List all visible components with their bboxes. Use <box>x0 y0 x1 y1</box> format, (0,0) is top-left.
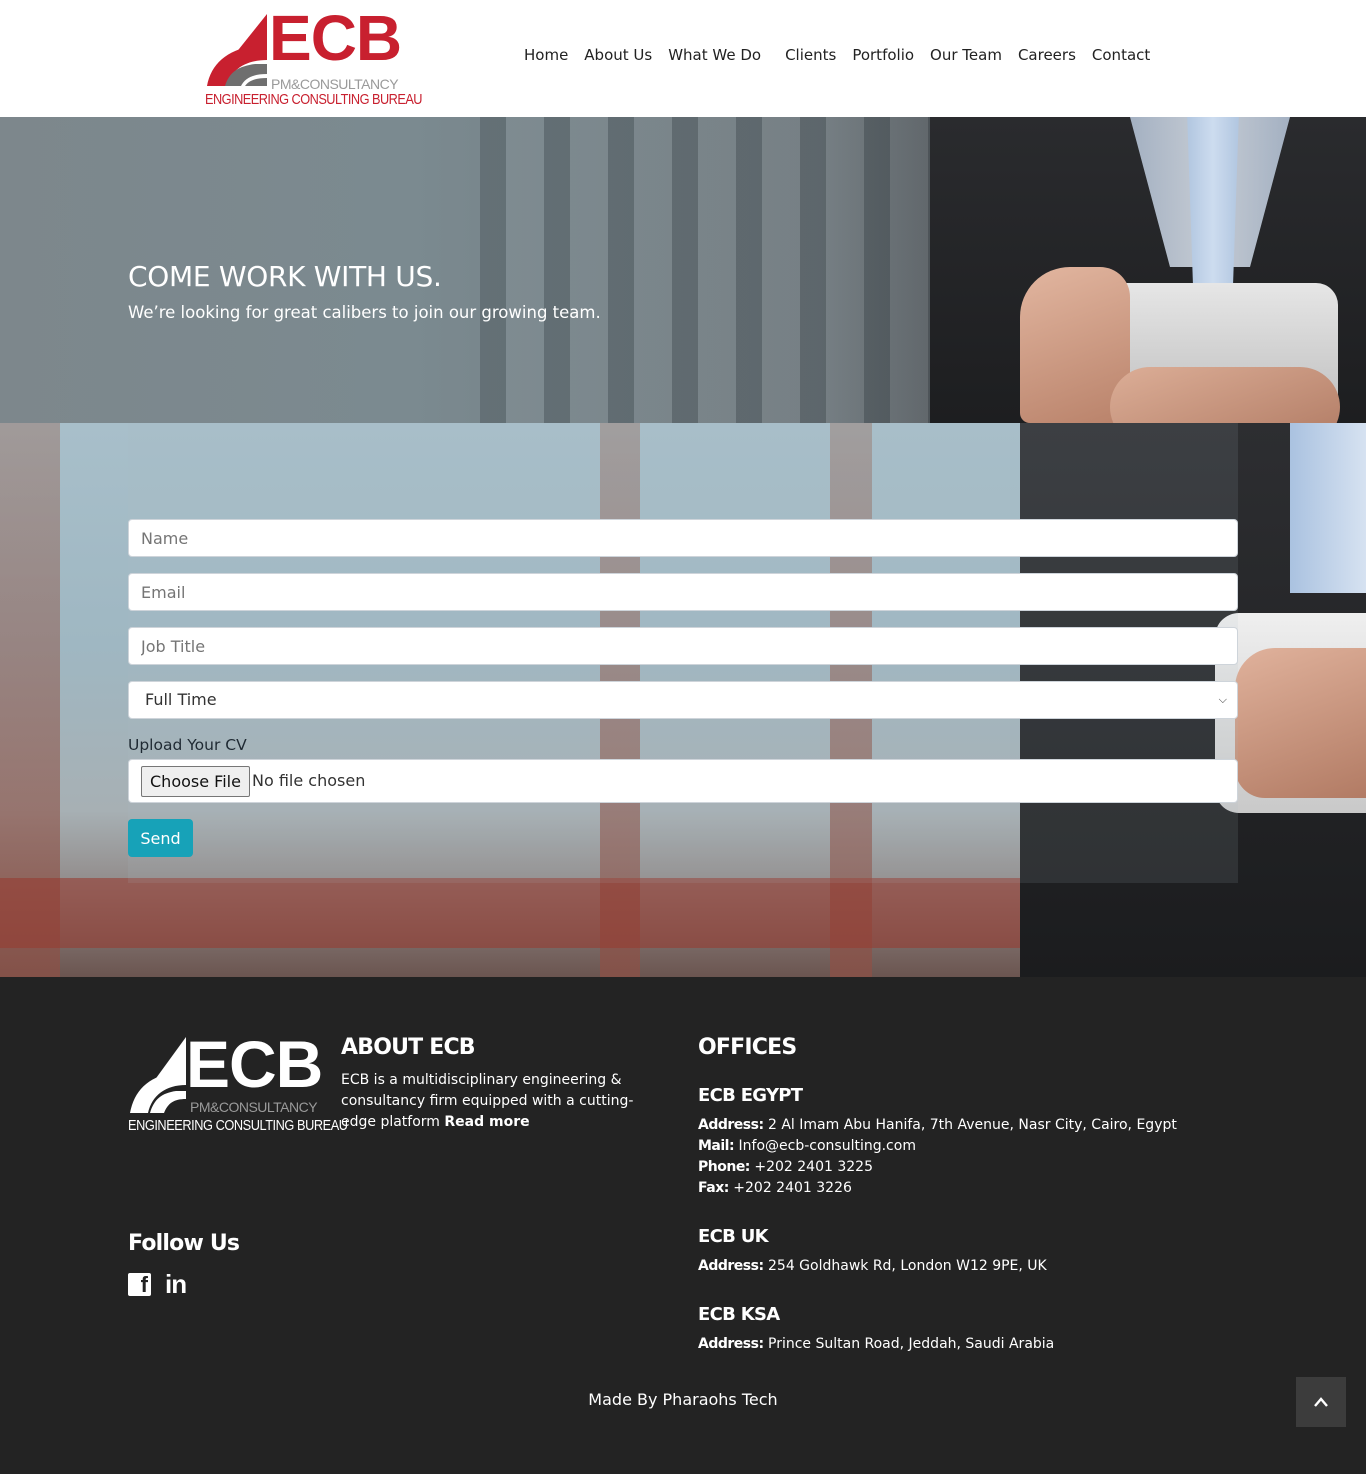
nav-what-we-do[interactable]: What We Do <box>668 46 761 64</box>
office-address-line: Address: 2 Al Imam Abu Hanifa, 7th Avenu… <box>698 1115 1177 1136</box>
offices-heading: OFFICES <box>698 1035 797 1060</box>
address-label: Address: <box>698 1258 764 1274</box>
careers-form-section: Full Time ⌵ Upload Your CV Choose File N… <box>0 423 1366 977</box>
follow-us-heading: Follow Us <box>128 1231 240 1256</box>
office-egypt: ECB EGYPT Address: 2 Al Imam Abu Hanifa,… <box>698 1085 1177 1199</box>
about-text: ECB is a multidisciplinary engineering &… <box>341 1070 641 1133</box>
nav-our-team[interactable]: Our Team <box>930 46 1002 64</box>
logo-wordmark: ECB <box>269 2 402 74</box>
office-name: ECB EGYPT <box>698 1085 803 1106</box>
chevron-up-icon <box>1314 1397 1328 1407</box>
nav-contact[interactable]: Contact <box>1092 46 1150 64</box>
facebook-icon[interactable]: f <box>128 1272 151 1297</box>
nav-home[interactable]: Home <box>524 46 568 64</box>
email-input[interactable] <box>128 573 1238 611</box>
hand-shape <box>1235 648 1366 798</box>
phone-label: Phone: <box>698 1159 750 1175</box>
office-phone-line: Phone: +202 2401 3225 <box>698 1157 1177 1178</box>
address-label: Address: <box>698 1336 764 1352</box>
choose-file-button[interactable]: Choose File <box>141 766 250 797</box>
nav-about-us[interactable]: About Us <box>584 46 652 64</box>
office-fax: +202 2401 3226 <box>733 1180 852 1196</box>
nav-portfolio[interactable]: Portfolio <box>852 46 914 64</box>
site-footer: ECB PM&CONSULTANCY ENGINEERING CONSULTIN… <box>0 977 1366 1474</box>
office-address-line: Address: 254 Goldhawk Rd, London W12 9PE… <box>698 1256 1047 1277</box>
footer-logo[interactable]: ECB PM&CONSULTANCY ENGINEERING CONSULTIN… <box>128 1031 348 1137</box>
hero-subtitle: We’re looking for great calibers to join… <box>128 303 601 322</box>
nav-clients[interactable]: Clients <box>785 46 836 64</box>
cv-file-input[interactable]: Choose File No file chosen <box>128 759 1238 803</box>
hero-title: COME WORK WITH US. <box>128 260 442 293</box>
hero-banner: COME WORK WITH US. We’re looking for gre… <box>0 117 1366 423</box>
office-uk: ECB UK Address: 254 Goldhawk Rd, London … <box>698 1226 1047 1277</box>
hero-hand-shape-2 <box>1110 367 1340 423</box>
office-address: Prince Sultan Road, Jeddah, Saudi Arabia <box>768 1336 1055 1352</box>
office-fax-line: Fax: +202 2401 3226 <box>698 1178 1177 1199</box>
site-logo[interactable]: ECB PM&CONSULTANCY ENGINEERING CONSULTIN… <box>205 6 423 110</box>
nav-careers[interactable]: Careers <box>1018 46 1076 64</box>
chevron-down-icon: ⌵ <box>1218 693 1227 706</box>
logo-mark-icon <box>207 14 267 86</box>
cv-upload-label: Upload Your CV <box>128 736 247 754</box>
fax-label: Fax: <box>698 1180 729 1196</box>
office-mail-line: Mail: Info@ecb-consulting.com <box>698 1136 1177 1157</box>
office-name: ECB KSA <box>698 1304 780 1325</box>
office-address-line: Address: Prince Sultan Road, Jeddah, Sau… <box>698 1334 1054 1355</box>
hero-text: COME WORK WITH US. We’re looking for gre… <box>128 260 601 322</box>
shirt-shape <box>1290 423 1366 593</box>
office-mail[interactable]: Info@ecb-consulting.com <box>739 1138 916 1154</box>
footer-logo-wordmark: ECB <box>186 1027 323 1101</box>
linkedin-icon[interactable]: in <box>165 1271 187 1297</box>
read-more-link[interactable]: Read more <box>444 1114 529 1130</box>
site-header: ECB PM&CONSULTANCY ENGINEERING CONSULTIN… <box>0 0 1366 117</box>
employment-type-value: Full Time <box>145 690 217 709</box>
office-phone: +202 2401 3225 <box>754 1159 873 1175</box>
about-heading: ABOUT ECB <box>341 1035 476 1060</box>
office-address: 254 Goldhawk Rd, London W12 9PE, UK <box>768 1258 1047 1274</box>
footer-logo-tagline: ENGINEERING CONSULTING BUREAU <box>128 1118 348 1134</box>
social-links: f in <box>128 1271 187 1297</box>
made-by-credit: Made By Pharaohs Tech <box>588 1390 778 1409</box>
footer-logo-subtitle: PM&CONSULTANCY <box>190 1099 318 1115</box>
logo-tagline: ENGINEERING CONSULTING BUREAU <box>205 92 423 108</box>
office-name: ECB UK <box>698 1226 769 1247</box>
office-ksa: ECB KSA Address: Prince Sultan Road, Jed… <box>698 1304 1054 1355</box>
footer-logo-mark-icon <box>130 1037 186 1113</box>
send-button[interactable]: Send <box>128 819 193 857</box>
file-status-text: No file chosen <box>252 771 366 790</box>
address-label: Address: <box>698 1117 764 1133</box>
logo-subtitle: PM&CONSULTANCY <box>271 76 399 92</box>
back-to-top-button[interactable] <box>1296 1377 1346 1427</box>
job-title-input[interactable] <box>128 627 1238 665</box>
employment-type-select[interactable]: Full Time ⌵ <box>128 681 1238 719</box>
name-input[interactable] <box>128 519 1238 557</box>
main-nav: Home About Us What We Do Clients Portfol… <box>516 46 1158 64</box>
mail-label: Mail: <box>698 1138 735 1154</box>
office-address: 2 Al Imam Abu Hanifa, 7th Avenue, Nasr C… <box>768 1117 1177 1133</box>
